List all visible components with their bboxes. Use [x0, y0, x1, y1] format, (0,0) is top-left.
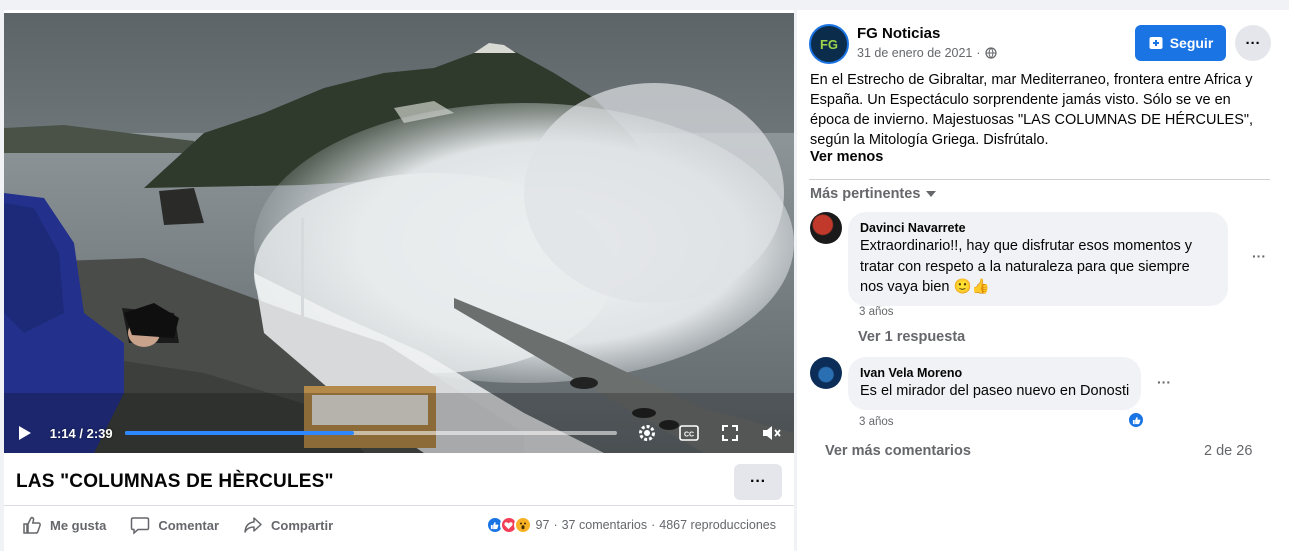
- comment-time[interactable]: 3 años: [859, 416, 894, 428]
- wow-reaction-icon: [513, 516, 532, 534]
- captions-icon[interactable]: CC: [677, 421, 701, 445]
- comments-pager: 2 de 26: [1204, 443, 1253, 459]
- like-button[interactable]: Me gusta: [22, 515, 106, 535]
- video-progress-bar[interactable]: [124, 431, 618, 435]
- comment-text: Extraordinario!!, hay que disfrutar esos…: [860, 238, 1193, 295]
- reaction-count[interactable]: 97: [536, 518, 550, 532]
- follow-page-icon: [1149, 37, 1163, 49]
- comment-bubble: Ivan Vela Moreno Es el mirador del paseo…: [848, 357, 1142, 410]
- sort-label: Más pertinentes: [810, 186, 921, 202]
- more-dots-icon: ···: [750, 472, 766, 490]
- more-dots-icon: ···: [1245, 34, 1261, 52]
- comment-item: Davinci Navarrete Extraordinario!!, hay …: [810, 212, 1228, 306]
- comments-count[interactable]: 37 comentarios: [562, 518, 647, 532]
- post-header: FG FG Noticias 31 de enero de 2021 ·: [809, 24, 997, 64]
- follow-button[interactable]: Seguir: [1135, 25, 1226, 61]
- post-date[interactable]: 31 de enero de 2021: [857, 44, 972, 62]
- comment-options-button[interactable]: ···: [1252, 248, 1266, 264]
- reaction-icons[interactable]: [485, 516, 532, 534]
- post-date-row: 31 de enero de 2021 ·: [857, 44, 997, 62]
- views-count: 4867 reproducciones: [659, 518, 776, 532]
- post-options-button[interactable]: ···: [1235, 25, 1271, 61]
- caret-down-icon: [926, 191, 937, 197]
- video-player[interactable]: 1:14 / 2:39 CC: [4, 13, 794, 453]
- view-replies-link[interactable]: Ver 1 respuesta: [858, 329, 965, 345]
- like-label: Me gusta: [50, 517, 107, 533]
- comment-time[interactable]: 3 años: [859, 306, 894, 318]
- facebook-video-page: 1:14 / 2:39 CC LAS "COLUMNAS DE HÈRCULES…: [0, 0, 1289, 551]
- comment-sort-dropdown[interactable]: Más pertinentes: [810, 186, 937, 202]
- commenter-name[interactable]: Davinci Navarrete: [860, 220, 1216, 236]
- page-name[interactable]: FG Noticias: [857, 24, 997, 44]
- play-icon[interactable]: [14, 422, 36, 444]
- comment-item: Ivan Vela Moreno Es el mirador del paseo…: [810, 357, 1142, 410]
- comment-like-reaction-icon[interactable]: [1127, 411, 1145, 429]
- see-less-link[interactable]: Ver menos: [810, 149, 883, 165]
- comment-bubble-icon: [131, 517, 150, 535]
- svg-text:CC: CC: [684, 432, 694, 439]
- comment-button[interactable]: Comentar: [130, 515, 219, 535]
- comment-label: Comentar: [158, 517, 220, 533]
- comment-options-button[interactable]: ···: [1157, 374, 1171, 390]
- video-time: 1:14 / 2:39: [49, 425, 113, 441]
- date-separator: ·: [976, 46, 981, 60]
- commenter-avatar[interactable]: [810, 357, 842, 389]
- share-label: Compartir: [271, 517, 334, 533]
- video-more-options-button[interactable]: ···: [734, 463, 782, 500]
- video-controls: 1:14 / 2:39 CC: [4, 413, 794, 453]
- thumbs-up-icon: [23, 516, 41, 534]
- video-progress-fill: [124, 431, 354, 435]
- mute-icon[interactable]: [760, 421, 784, 445]
- fullscreen-icon[interactable]: [719, 421, 743, 445]
- stats-separator: ·: [651, 518, 656, 532]
- globe-icon: [984, 47, 997, 59]
- page-avatar[interactable]: FG: [809, 24, 849, 64]
- comment-text: Es el mirador del paseo nuevo en Donosti: [860, 383, 1130, 399]
- share-button[interactable]: Compartir: [243, 515, 333, 535]
- settings-gear-icon[interactable]: [635, 421, 659, 445]
- section-divider: [809, 179, 1270, 180]
- post-stats: 97 · 37 comentarios · 4867 reproduccione…: [485, 516, 776, 534]
- video-panel: 1:14 / 2:39 CC LAS "COLUMNAS DE HÈRCULES…: [4, 10, 794, 551]
- share-arrow-icon: [244, 517, 262, 533]
- video-title: LAS "COLUMNAS DE HÈRCULES": [16, 470, 334, 492]
- comment-bubble: Davinci Navarrete Extraordinario!!, hay …: [848, 212, 1228, 306]
- post-header-text: FG Noticias 31 de enero de 2021 ·: [857, 24, 997, 62]
- commenter-avatar[interactable]: [810, 212, 842, 244]
- post-text: En el Estrecho de Gibraltar, mar Mediter…: [810, 72, 1254, 148]
- follow-label: Seguir: [1169, 35, 1214, 51]
- post-actions: Me gusta Comentar Compartir 97 · 37 come…: [4, 509, 794, 541]
- stats-separator: ·: [553, 518, 558, 532]
- video-title-row: LAS "COLUMNAS DE HÈRCULES" ···: [4, 458, 794, 506]
- view-more-comments-link[interactable]: Ver más comentarios: [825, 443, 971, 459]
- video-frame: [4, 13, 794, 453]
- commenter-name[interactable]: Ivan Vela Moreno: [860, 365, 1129, 381]
- post-details-panel: FG FG Noticias 31 de enero de 2021 · Seg…: [797, 10, 1289, 551]
